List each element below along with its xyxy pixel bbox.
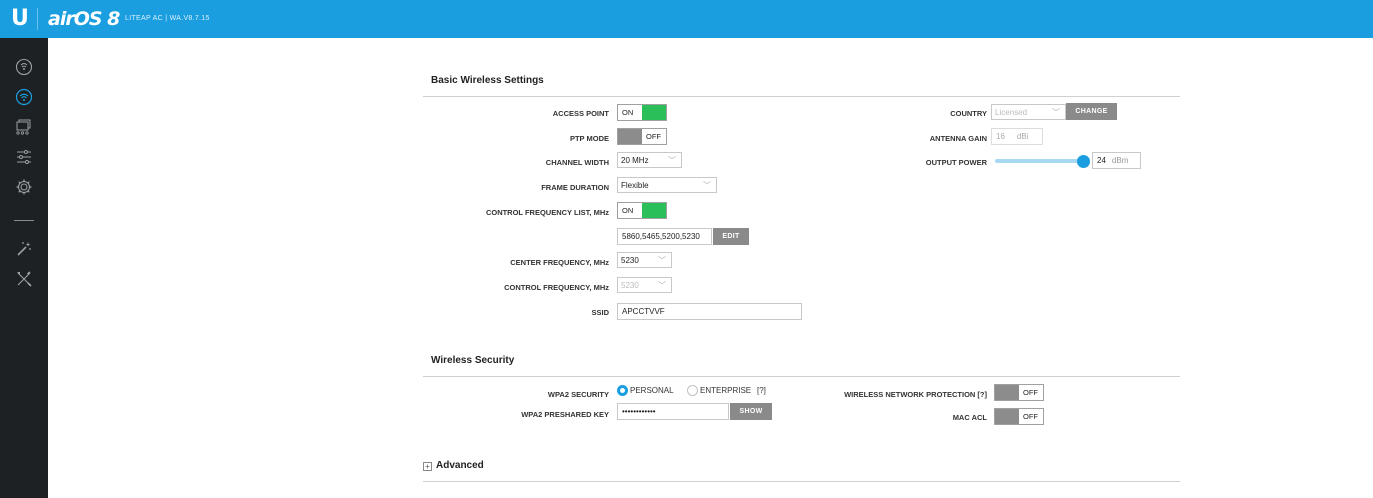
center-frequency-select[interactable]: 5230 ﹀ xyxy=(617,252,672,268)
antenna-gain-unit: dBi xyxy=(1016,132,1029,141)
antenna-gain-label: ANTENNA GAIN xyxy=(929,134,987,143)
country-select: Licensed ﹀ xyxy=(991,104,1066,120)
brand-divider xyxy=(37,8,38,30)
edit-button[interactable]: EDIT xyxy=(713,228,749,245)
enterprise-help-link[interactable]: [?] xyxy=(757,386,766,395)
enterprise-radio[interactable] xyxy=(687,385,698,396)
frame-duration-label: FRAME DURATION xyxy=(541,183,609,192)
control-frequency-value: 5230 xyxy=(621,280,639,290)
toggle-off-text: OFF xyxy=(1023,412,1038,421)
control-frequency-list-toggle[interactable]: ON xyxy=(617,202,667,219)
ssid-label: SSID xyxy=(591,308,609,317)
control-frequency-label: CONTROL FREQUENCY, MHz xyxy=(504,283,609,292)
wpa2-security-label: WPA2 SECURITY xyxy=(547,390,609,399)
chevron-down-icon: ﹀ xyxy=(703,181,711,190)
wpa2-key-label: WPA2 PRESHARED KEY xyxy=(521,410,609,419)
chevron-down-icon: ﹀ xyxy=(658,256,666,265)
output-power-value: 24 xyxy=(1097,156,1106,165)
section-divider xyxy=(423,481,1180,482)
network-icon[interactable] xyxy=(15,118,33,136)
ptp-mode-toggle[interactable]: OFF xyxy=(617,128,667,145)
wireless-security-title: Wireless Security xyxy=(431,355,515,366)
output-power-unit: dBm xyxy=(1111,156,1129,165)
center-frequency-label: CENTER FREQUENCY, MHz xyxy=(510,258,609,267)
basic-wireless-title: Basic Wireless Settings xyxy=(431,75,544,86)
wizard-icon[interactable] xyxy=(15,240,33,258)
antenna-gain-input: 16 dBi xyxy=(991,128,1043,145)
sidebar xyxy=(0,38,48,498)
section-divider xyxy=(423,376,1180,377)
ubiquiti-logo: U xyxy=(11,6,29,31)
output-power-slider-thumb[interactable] xyxy=(1077,155,1090,168)
country-value: Licensed xyxy=(995,107,1028,117)
expand-icon[interactable]: + xyxy=(423,462,432,471)
tools-icon[interactable] xyxy=(15,270,33,288)
ptp-mode-label: PTP MODE xyxy=(569,134,609,143)
antenna-gain-value: 16 xyxy=(996,132,1005,141)
center-frequency-value: 5230 xyxy=(621,255,639,265)
toggle-on-text: ON xyxy=(622,108,634,117)
output-power-label: OUTPUT POWER xyxy=(925,158,987,167)
channel-width-select[interactable]: 20 MHz ﹀ xyxy=(617,152,682,168)
main-content: Basic Wireless Settings ACCESS POINT ON … xyxy=(48,38,1373,498)
change-country-button[interactable]: CHANGE xyxy=(1066,103,1117,120)
chevron-down-icon: ﹀ xyxy=(658,281,666,290)
toggle-on-indicator xyxy=(642,105,666,120)
top-bar: U airOS 8 LITEAP AC | WA.V8.7.15 xyxy=(0,0,1373,38)
mac-acl-toggle[interactable]: OFF xyxy=(994,408,1044,425)
personal-radio-label: PERSONAL xyxy=(630,386,674,395)
toggle-on-indicator xyxy=(642,203,666,218)
chevron-down-icon: ﹀ xyxy=(668,156,676,165)
frame-duration-value: Flexible xyxy=(621,180,649,190)
toggle-off-indicator xyxy=(995,409,1019,424)
toggle-off-text: OFF xyxy=(646,132,661,141)
device-info: LITEAP AC | WA.V8.7.15 xyxy=(125,15,210,22)
toggle-off-indicator xyxy=(618,129,642,144)
personal-radio[interactable] xyxy=(617,385,628,396)
wireless-network-protection-toggle[interactable]: OFF xyxy=(994,384,1044,401)
ssid-input[interactable]: APCCTVVF xyxy=(617,303,802,320)
frame-duration-select[interactable]: Flexible ﹀ xyxy=(617,177,717,193)
services-icon[interactable] xyxy=(15,148,33,166)
output-power-slider-track[interactable] xyxy=(995,159,1083,163)
access-point-label: ACCESS POINT xyxy=(552,109,609,118)
system-icon[interactable] xyxy=(15,178,33,196)
show-key-button[interactable]: SHOW xyxy=(730,403,772,420)
wireless-network-protection-label: WIRELESS NETWORK PROTECTION [?] xyxy=(844,390,987,399)
output-power-input[interactable]: 24 dBm xyxy=(1092,152,1141,169)
toggle-on-text: ON xyxy=(622,206,634,215)
channel-width-value: 20 MHz xyxy=(621,155,649,165)
chevron-down-icon: ﹀ xyxy=(1052,108,1060,117)
country-label: COUNTRY xyxy=(950,109,987,118)
access-point-toggle[interactable]: ON xyxy=(617,104,667,121)
section-divider xyxy=(423,96,1180,97)
control-frequency-select: 5230 ﹀ xyxy=(617,277,672,293)
control-frequency-list-input[interactable]: 5860,5465,5200,5230 xyxy=(617,228,712,245)
toggle-off-indicator xyxy=(995,385,1019,400)
sidebar-divider xyxy=(14,220,34,221)
control-frequency-list-label: CONTROL FREQUENCY LIST, MHz xyxy=(485,208,609,217)
enterprise-radio-label: ENTERPRISE xyxy=(700,386,752,395)
wpa2-key-input[interactable]: •••••••••••• xyxy=(617,403,729,420)
mac-acl-label: MAC ACL xyxy=(952,413,987,422)
advanced-toggle[interactable]: Advanced xyxy=(436,460,484,471)
wireless-icon[interactable] xyxy=(15,88,33,106)
dashboard-icon[interactable] xyxy=(15,58,33,76)
channel-width-label: CHANNEL WIDTH xyxy=(545,158,609,167)
product-name: airOS 8 xyxy=(48,8,120,30)
toggle-off-text: OFF xyxy=(1023,388,1038,397)
